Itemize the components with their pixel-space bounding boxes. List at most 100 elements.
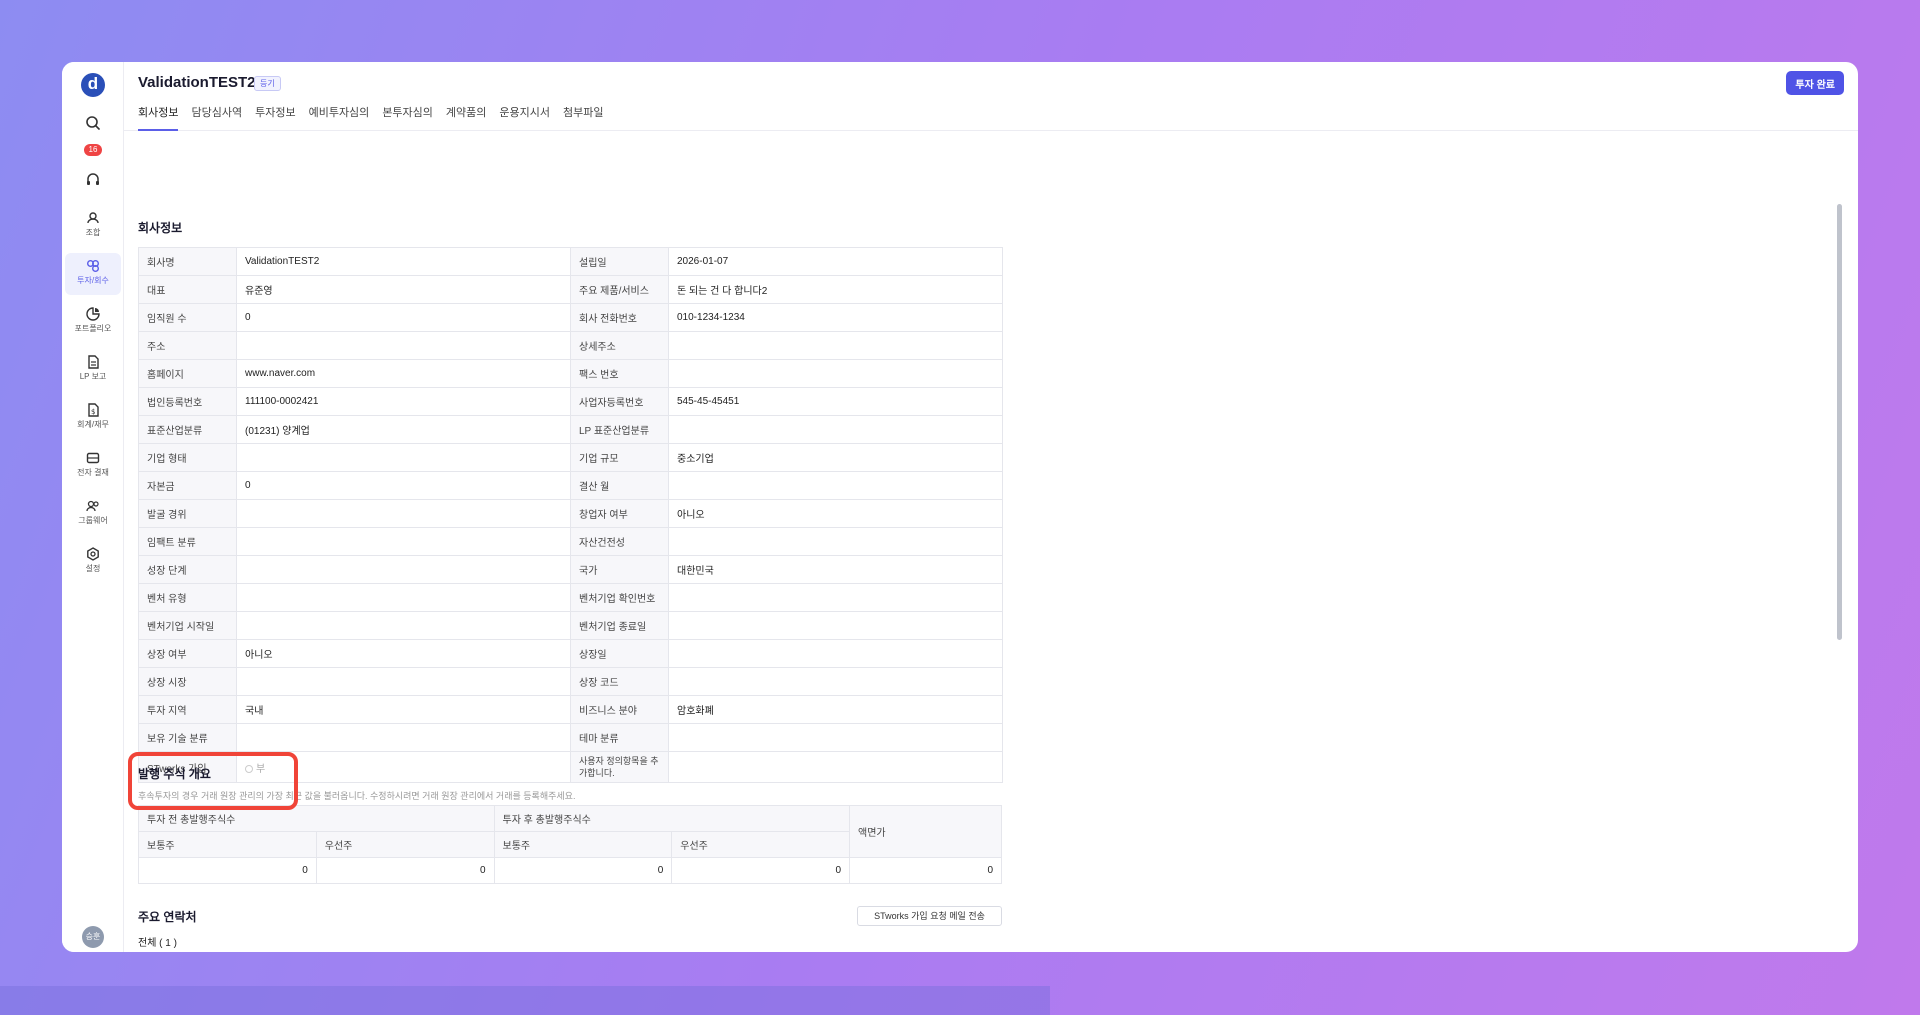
field-value[interactable]: 암호화폐 [668, 695, 1003, 724]
field-value[interactable] [668, 723, 1003, 752]
field-value[interactable]: 0 [236, 303, 571, 332]
field-value[interactable]: 아니오 [236, 639, 571, 668]
field-label: 국가 [570, 555, 669, 584]
sidebar-item-settings[interactable]: 설정 [65, 541, 121, 583]
field-value[interactable] [668, 331, 1003, 360]
scrollbar[interactable] [1837, 204, 1842, 640]
field-value[interactable] [236, 723, 571, 752]
field-label: 상장 코드 [570, 667, 669, 696]
sidebar-item-groupware[interactable]: 그룹웨어 [65, 493, 121, 535]
tab-attachments[interactable]: 첨부파일 [563, 106, 603, 131]
table-row: 상장 여부 아니오 상장일 [138, 639, 1003, 668]
field-value[interactable] [668, 639, 1003, 668]
field-value[interactable]: ValidationTEST2 [236, 247, 571, 276]
field-value[interactable]: 111100-0002421 [236, 387, 571, 416]
tab-company-info[interactable]: 회사정보 [138, 106, 179, 131]
field-value[interactable] [668, 611, 1003, 640]
sidebar-item-investment[interactable]: 투자/회수 [65, 253, 121, 295]
table-row: 기업 형태 기업 규모 중소기업 [138, 443, 1003, 472]
field-value[interactable] [236, 527, 571, 556]
field-value[interactable] [668, 667, 1003, 696]
stworks-mail-button[interactable]: STworks 가입 요청 메일 전송 [857, 906, 1002, 926]
tab-main-review[interactable]: 본투자심의 [382, 106, 433, 131]
field-value[interactable]: 돈 되는 건 다 합니다2 [668, 275, 1003, 304]
field-label: 법인등록번호 [138, 387, 237, 416]
tab-investment-info[interactable]: 투자정보 [255, 106, 295, 131]
share-value[interactable]: 0 [849, 857, 1002, 884]
lp-report-icon [88, 355, 99, 369]
field-value[interactable] [236, 611, 571, 640]
field-value[interactable]: (01231) 양계업 [236, 415, 571, 444]
after-header: 투자 후 총발행주식수 [493, 805, 850, 832]
share-value[interactable]: 0 [671, 857, 850, 884]
investment-complete-button[interactable]: 투자 완료 [1786, 71, 1844, 95]
field-value[interactable] [668, 471, 1003, 500]
field-value[interactable]: 아니오 [668, 499, 1003, 528]
contacts-count: 전체 ( 1 ) [138, 938, 177, 949]
accounting-icon: $ [88, 403, 99, 417]
field-value[interactable]: 0 [236, 471, 571, 500]
field-label: 상장 시장 [138, 667, 237, 696]
headset-icon[interactable] [84, 171, 102, 189]
field-value[interactable] [236, 443, 571, 472]
sidebar-item-accounting[interactable]: $ 회계/재무 [65, 397, 121, 439]
field-value[interactable] [668, 415, 1003, 444]
field-label: 임팩트 분류 [138, 527, 237, 556]
field-label: 벤처 유형 [138, 583, 237, 612]
field-value[interactable]: 대한민국 [668, 555, 1003, 584]
field-label: 임직원 수 [138, 303, 237, 332]
field-label: 상세주소 [570, 331, 669, 360]
field-value[interactable] [668, 527, 1003, 556]
field-value[interactable] [236, 667, 571, 696]
field-value [668, 751, 1003, 783]
field-value[interactable]: 중소기업 [668, 443, 1003, 472]
field-value[interactable] [236, 555, 571, 584]
svg-text:$: $ [91, 408, 95, 416]
share-value[interactable]: 0 [315, 857, 495, 884]
preferred-header: 우선주 [315, 831, 495, 858]
notification-badge[interactable]: 16 [84, 144, 102, 156]
settings-icon [87, 547, 99, 561]
search-icon[interactable] [84, 114, 102, 132]
field-label: 자산건전성 [570, 527, 669, 556]
share-value[interactable]: 0 [138, 857, 317, 884]
sidebar-item-label: 조합 [85, 228, 101, 237]
field-value[interactable] [236, 499, 571, 528]
field-value[interactable]: 010-1234-1234 [668, 303, 1003, 332]
tab-contract-approval[interactable]: 계약품의 [446, 106, 486, 131]
tab-operation-order[interactable]: 운용지시서 [499, 106, 550, 131]
app-logo[interactable]: d [81, 73, 105, 97]
section-title-contacts: 주요 연락처 [138, 910, 197, 924]
field-value[interactable]: www.naver.com [236, 359, 571, 388]
avatar[interactable]: 승훈 [82, 926, 104, 948]
tab-bar: 회사정보 담당심사역 투자정보 예비투자심의 본투자심의 계약품의 운용지시서 … [138, 106, 604, 131]
field-label: 상장 여부 [138, 639, 237, 668]
field-label: 벤처기업 확인번호 [570, 583, 669, 612]
sidebar-item-label: 투자/회수 [77, 276, 109, 285]
sidebar-item-approval[interactable]: 전자 결재 [65, 445, 121, 487]
portfolio-icon [86, 307, 100, 321]
sidebar-item-union[interactable]: 조합 [65, 205, 121, 247]
field-value[interactable] [668, 583, 1003, 612]
field-value[interactable]: 545-45-45451 [668, 387, 1003, 416]
table-row: 주소 상세주소 [138, 331, 1003, 360]
union-icon [87, 212, 99, 224]
page-title: ValidationTEST2 [138, 74, 256, 91]
table-row: 표준산업분류 (01231) 양계업 LP 표준산업분류 [138, 415, 1003, 444]
field-value[interactable]: 국내 [236, 695, 571, 724]
field-value[interactable] [236, 331, 571, 360]
sidebar-item-portfolio[interactable]: 포트폴리오 [65, 301, 121, 343]
custom-field-add[interactable]: 사용자 정의항목을 추가합니다. [570, 751, 669, 783]
field-value[interactable]: 유준영 [236, 275, 571, 304]
field-label: 벤처기업 종료일 [570, 611, 669, 640]
field-value[interactable] [668, 359, 1003, 388]
field-value[interactable]: 2026-01-07 [668, 247, 1003, 276]
table-row: 홈페이지 www.naver.com 팩스 번호 [138, 359, 1003, 388]
field-value[interactable] [236, 583, 571, 612]
sidebar-item-lp-report[interactable]: LP 보고 [65, 349, 121, 391]
shares-table: 투자 전 총발행주식수 투자 후 총발행주식수 액면가 보통주 우선주 보통주 … [138, 805, 1002, 884]
tab-preliminary-review[interactable]: 예비투자심의 [309, 106, 370, 131]
tab-reviewer[interactable]: 담당심사역 [191, 106, 242, 131]
share-value[interactable]: 0 [493, 857, 673, 884]
field-label: 자본금 [138, 471, 237, 500]
